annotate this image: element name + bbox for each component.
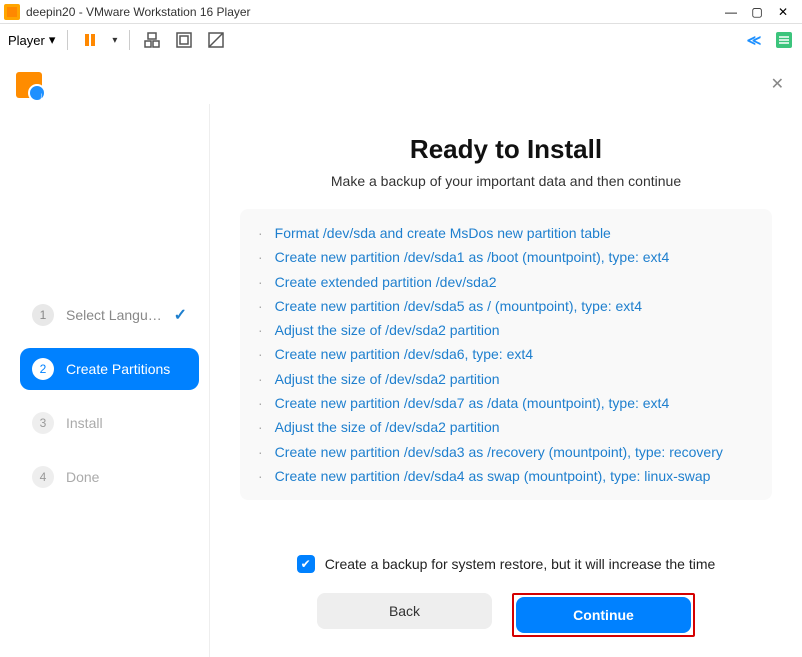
maximize-button[interactable]: ▢ [750, 5, 764, 19]
bullet-icon: · [258, 320, 263, 340]
minimize-button[interactable]: — [724, 5, 738, 19]
vmware-toolbar: Player ▾ ▾ ≪ [0, 24, 802, 56]
continue-button-highlight: Continue [512, 593, 695, 637]
step-number: 3 [32, 412, 54, 434]
plan-item-text: Format /dev/sda and create MsDos new par… [275, 223, 611, 243]
bullet-icon: · [258, 247, 263, 267]
plan-item-text: Create new partition /dev/sda3 as /recov… [275, 442, 723, 462]
backup-checkbox[interactable]: ✔ [297, 555, 315, 573]
plan-item-text: Create new partition /dev/sda4 as swap (… [275, 466, 711, 486]
plan-item: · Format /dev/sda and create MsDos new pa… [258, 221, 754, 245]
plan-item-text: Create extended partition /dev/sda2 [275, 272, 497, 292]
plan-item-text: Create new partition /dev/sda5 as / (mou… [275, 296, 642, 316]
back-button[interactable]: Back [317, 593, 492, 629]
window-titlebar: deepin20 - VMware Workstation 16 Player … [0, 0, 802, 24]
bullet-icon: · [258, 296, 263, 316]
chevron-down-icon: ▾ [49, 32, 56, 48]
bullet-icon: · [258, 417, 263, 437]
toolbar-separator [67, 30, 68, 50]
plan-item-text: Create new partition /dev/sda1 as /boot … [275, 247, 670, 267]
plan-item: · Create new partition /dev/sda1 as /boot… [258, 245, 754, 269]
step-label: Create Partitions [66, 361, 170, 377]
step-label: Install [66, 415, 103, 431]
toolbar-separator [129, 30, 130, 50]
bullet-icon: · [258, 272, 263, 292]
step-install: 3 Install [20, 402, 199, 444]
chevron-down-icon[interactable]: ▾ [112, 35, 117, 46]
bullet-icon: · [258, 393, 263, 413]
plan-item-text: Create new partition /dev/sda6, type: ex… [275, 344, 533, 364]
plan-item: · Create extended partition /dev/sda2 [258, 270, 754, 294]
plan-item: · Adjust the size of /dev/sda2 partition [258, 318, 754, 342]
rewind-icon[interactable]: ≪ [744, 30, 764, 50]
step-number: 2 [32, 358, 54, 380]
close-icon[interactable]: ✕ [771, 74, 784, 94]
plan-item: · Create new partition /dev/sda5 as / (mo… [258, 294, 754, 318]
bullet-icon: · [258, 369, 263, 389]
plan-item: · Create new partition /dev/sda4 as swap … [258, 464, 754, 488]
installer-window: ✕ 1 Select Langu… 2 Create Partitions 3 … [0, 56, 802, 657]
page-subtitle: Make a backup of your important data and… [240, 173, 772, 189]
step-done: 4 Done [20, 456, 199, 498]
installer-main: Ready to Install Make a backup of your i… [210, 104, 802, 657]
bullet-icon: · [258, 442, 263, 462]
pause-icon[interactable] [80, 30, 100, 50]
window-title: deepin20 - VMware Workstation 16 Player [26, 5, 724, 19]
player-menu[interactable]: Player ▾ [8, 32, 55, 48]
plan-item: · Adjust the size of /dev/sda2 partition [258, 367, 754, 391]
plan-item: · Create new partition /dev/sda6, type: e… [258, 342, 754, 366]
step-create-partitions[interactable]: 2 Create Partitions [20, 348, 199, 390]
plan-item: · Create new partition /dev/sda3 as /reco… [258, 440, 754, 464]
close-button[interactable]: ✕ [776, 5, 790, 19]
send-ctrl-alt-del-icon[interactable] [142, 30, 162, 50]
step-label: Select Langu… [66, 307, 162, 323]
step-select-language[interactable]: 1 Select Langu… [20, 294, 199, 336]
installer-logo-icon [16, 72, 42, 98]
settings-icon[interactable] [774, 30, 794, 50]
plan-item-text: Adjust the size of /dev/sda2 partition [275, 320, 500, 340]
backup-checkbox-label: Create a backup for system restore, but … [325, 556, 716, 572]
step-number: 1 [32, 304, 54, 326]
installer-sidebar: 1 Select Langu… 2 Create Partitions 3 In… [0, 104, 210, 657]
bullet-icon: · [258, 466, 263, 486]
plan-item: · Create new partition /dev/sda7 as /data… [258, 391, 754, 415]
page-title: Ready to Install [240, 134, 772, 165]
plan-item-text: Create new partition /dev/sda7 as /data … [275, 393, 670, 413]
unity-mode-icon[interactable] [206, 30, 226, 50]
step-label: Done [66, 469, 99, 485]
continue-button[interactable]: Continue [516, 597, 691, 633]
plan-item-text: Adjust the size of /dev/sda2 partition [275, 369, 500, 389]
bullet-icon: · [258, 344, 263, 364]
plan-item: · Adjust the size of /dev/sda2 partition [258, 415, 754, 439]
fullscreen-icon[interactable] [174, 30, 194, 50]
step-number: 4 [32, 466, 54, 488]
vmware-app-icon [4, 4, 20, 20]
plan-item-text: Adjust the size of /dev/sda2 partition [275, 417, 500, 437]
bullet-icon: · [258, 223, 263, 243]
partition-plan-list: · Format /dev/sda and create MsDos new pa… [240, 209, 772, 500]
